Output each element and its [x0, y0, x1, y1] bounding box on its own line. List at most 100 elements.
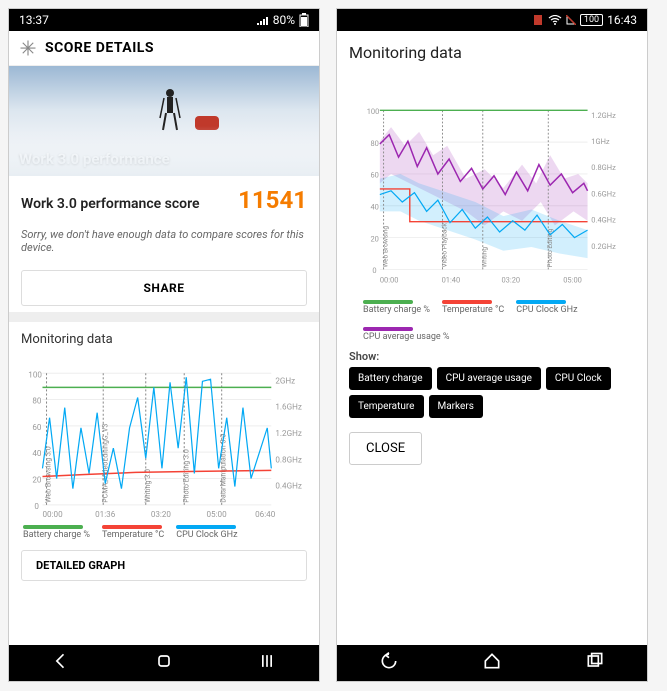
statusbar-time: 13:37: [19, 13, 49, 27]
nav-home-icon[interactable]: [154, 651, 174, 675]
nav-back-icon[interactable]: [379, 651, 399, 675]
filter-cpuclock[interactable]: CPU Clock: [546, 367, 611, 390]
legend-item: CPU average usage %: [363, 327, 450, 342]
nav-recent-icon[interactable]: [585, 651, 605, 675]
legend-item: Battery charge %: [363, 300, 430, 315]
svg-text:Data Manipulation 3.0: Data Manipulation 3.0: [219, 434, 228, 503]
svg-text:0.2GHz: 0.2GHz: [591, 242, 616, 251]
signal-icon: [257, 15, 269, 25]
svg-text:2GHz: 2GHz: [275, 375, 295, 385]
sim-icon: [532, 14, 544, 26]
nav-home-icon[interactable]: [482, 651, 502, 675]
chart-svg-left: 020406080100 0.4GHz0.8GHz1.2GHz1.6GHz2GH…: [23, 357, 309, 519]
show-label: Show:: [349, 350, 635, 363]
svg-text:100: 100: [367, 107, 380, 116]
battery-text: 80%: [273, 13, 295, 27]
svg-text:1.6GHz: 1.6GHz: [275, 402, 302, 412]
share-button[interactable]: SHARE: [21, 270, 307, 306]
svg-text:00:00: 00:00: [42, 509, 63, 519]
svg-text:1.2GHz: 1.2GHz: [275, 428, 302, 438]
navbar-right: [337, 645, 647, 681]
svg-text:03:20: 03:20: [501, 276, 520, 285]
chart-svg-right: 020406080100 0.2GHz0.4GHz0.6GHz0.8GHz1GH…: [363, 82, 625, 294]
svg-text:100: 100: [28, 369, 42, 379]
app-header-title: SCORE DETAILS: [45, 40, 154, 56]
legend-right: Battery charge % Temperature °C CPU Cloc…: [349, 298, 635, 344]
statusbar-right-icons: 100 16:43: [532, 13, 637, 27]
svg-text:0.6GHz: 0.6GHz: [591, 189, 616, 198]
snowflake-icon: [19, 39, 37, 57]
score-row: Work 3.0 performance score 11541: [9, 176, 319, 224]
statusbar-time-right: 16:43: [607, 13, 637, 27]
chart-right[interactable]: 020406080100 0.2GHz0.4GHz0.6GHz0.8GHz1GH…: [349, 78, 635, 298]
svg-text:PCMA_VideoEditingG_V3: PCMA_VideoEditingG_V3: [100, 424, 109, 503]
svg-text:Web Browsing: Web Browsing: [381, 226, 389, 268]
statusbar-left: 13:37 80%: [9, 9, 319, 31]
score-value: 11541: [238, 186, 307, 214]
hero-image: Work 3.0 performance: [9, 66, 319, 176]
svg-text:00:00: 00:00: [380, 276, 399, 285]
filter-battery[interactable]: Battery charge: [349, 367, 432, 390]
y-left-ticks: 020406080100: [28, 369, 42, 511]
comparison-note: Sorry, we don't have enough data to comp…: [9, 224, 319, 264]
svg-text:Video Playback: Video Playback: [440, 222, 448, 267]
svg-text:20: 20: [32, 475, 42, 485]
svg-text:0: 0: [372, 266, 376, 275]
svg-text:0.8GHz: 0.8GHz: [275, 454, 302, 464]
detailed-graph-button[interactable]: DETAILED GRAPH: [21, 550, 307, 581]
svg-text:0.4GHz: 0.4GHz: [591, 216, 616, 225]
svg-text:0.4GHz: 0.4GHz: [275, 481, 302, 491]
score-label: Work 3.0 performance score: [21, 196, 200, 212]
svg-text:01:40: 01:40: [442, 276, 461, 285]
battery-frame: 100: [580, 14, 603, 26]
svg-text:01:36: 01:36: [95, 509, 116, 519]
grid: [42, 373, 271, 505]
monitoring-title-right: Monitoring data: [349, 43, 635, 62]
x-ticks: 00:00 01:40 03:20 05:00: [380, 276, 582, 285]
statusbar-right: 80%: [257, 13, 309, 27]
navbar-left: [9, 645, 319, 681]
y-right-ticks: 0.4GHz 0.8GHz 1.2GHz 1.6GHz 2GHz: [275, 375, 302, 490]
x-ticks: 00:0001:3603:2005:0006:40: [42, 509, 275, 519]
svg-text:06:40: 06:40: [255, 509, 276, 519]
right-content: Monitoring data 020406080100 0.2GHz0.4GH…: [337, 31, 647, 645]
svg-text:05:00: 05:00: [563, 276, 582, 285]
legend-left: Battery charge % Temperature °C CPU Cloc…: [9, 523, 319, 542]
svg-text:40: 40: [370, 203, 378, 212]
svg-text:Writing 3.0: Writing 3.0: [143, 469, 152, 503]
sled-icon: [195, 116, 219, 130]
filter-cpuavg[interactable]: CPU average usage: [437, 367, 541, 390]
wifi-icon: [548, 15, 562, 25]
nav-recent-icon[interactable]: [257, 651, 277, 675]
filter-temperature[interactable]: Temperature: [349, 395, 424, 418]
y-right-ticks: 0.2GHz 0.4GHz 0.6GHz 0.8GHz 1GHz 1.2GHz: [591, 111, 616, 251]
svg-text:Photo Editing 3.0: Photo Editing 3.0: [181, 449, 190, 503]
svg-text:1.2GHz: 1.2GHz: [591, 111, 616, 120]
svg-text:0.8GHz: 0.8GHz: [591, 163, 616, 172]
svg-text:1GHz: 1GHz: [591, 137, 610, 146]
svg-text:40: 40: [32, 448, 42, 458]
signal-off-icon: [566, 15, 576, 25]
y-left-ticks: 020406080100: [367, 107, 380, 275]
close-button[interactable]: CLOSE: [349, 432, 422, 465]
nav-back-icon[interactable]: [51, 651, 71, 675]
legend-item: Temperature °C: [442, 300, 504, 315]
app-header: SCORE DETAILS: [9, 31, 319, 66]
legend-item: Battery charge %: [23, 525, 90, 540]
hero-title: Work 3.0 performance: [19, 150, 170, 168]
svg-text:05:00: 05:00: [207, 509, 228, 519]
legend-item: CPU Clock GHz: [516, 300, 577, 315]
section-gap: [9, 312, 319, 322]
svg-text:Writing: Writing: [481, 247, 489, 268]
svg-text:20: 20: [370, 234, 378, 243]
skier-icon: [158, 88, 182, 132]
svg-text:60: 60: [32, 422, 42, 432]
battery-icon: [299, 13, 309, 27]
statusbar-right-phone: 100 16:43: [337, 9, 647, 31]
legend-item: CPU Clock GHz: [176, 525, 237, 540]
svg-text:80: 80: [32, 396, 42, 406]
phone-left: 13:37 80% SCORE DETAILS Work 3.0 perform…: [8, 8, 320, 682]
svg-text:80: 80: [370, 139, 378, 148]
filter-markers[interactable]: Markers: [429, 395, 483, 418]
chart-left[interactable]: 020406080100 0.4GHz0.8GHz1.2GHz1.6GHz2GH…: [9, 353, 319, 523]
